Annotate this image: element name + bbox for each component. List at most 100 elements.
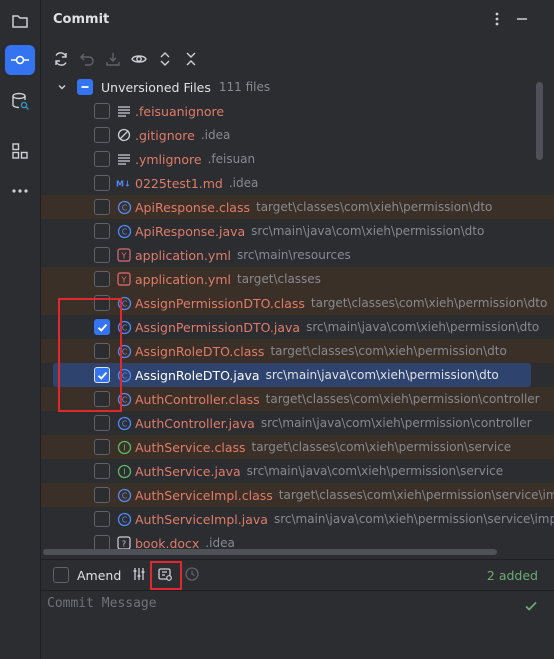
expand-all-button[interactable] (155, 49, 175, 69)
file-path: target\classes\com\xieh\permission\servi… (278, 488, 554, 502)
structure-tool-button[interactable] (5, 136, 35, 166)
ignore-file-icon (116, 127, 132, 143)
refresh-icon (55, 52, 67, 66)
file-checkbox[interactable] (94, 511, 110, 527)
minimize-icon (517, 18, 527, 20)
commit-checks-icon (158, 568, 172, 581)
commit-options-button[interactable] (131, 566, 147, 586)
file-row[interactable]: C ApiResponse.class target\classes\com\xie… (41, 195, 554, 219)
file-row[interactable]: C AssignPermissionDTO.java src\main\java\c… (41, 315, 554, 339)
svg-text:Y: Y (121, 252, 127, 261)
minimize-button[interactable] (513, 10, 531, 28)
file-checkbox[interactable] (94, 319, 110, 335)
file-row[interactable]: .gitignore .idea (41, 123, 554, 147)
group-checkbox[interactable] (77, 79, 93, 95)
file-row[interactable]: ? book.docx .idea (41, 531, 554, 551)
clock-icon (185, 567, 199, 581)
svg-text:C: C (121, 419, 127, 428)
folder-icon (12, 15, 28, 28)
file-checkbox[interactable] (94, 391, 110, 407)
rollback-button[interactable] (77, 49, 97, 69)
file-row[interactable]: Yapplication.yml src\main\resources (41, 243, 554, 267)
commit-checks-button[interactable] (157, 566, 173, 586)
settings-sliders-icon (133, 568, 145, 580)
commit-message-field[interactable]: Commit Message (41, 590, 554, 659)
panel-title: Commit (53, 12, 110, 27)
eye-icon (131, 55, 147, 63)
collapse-all-button[interactable] (181, 49, 201, 69)
commit-options-bar: Amend 2 added (41, 559, 554, 589)
file-checkbox[interactable] (94, 463, 110, 479)
file-checkbox[interactable] (94, 295, 110, 311)
project-tool-button[interactable] (5, 6, 35, 36)
file-row[interactable]: C AssignRoleDTO.java src\main\java\com\xie… (53, 363, 531, 387)
file-row[interactable]: C AuthController.java src\main\java\com\xi… (41, 411, 554, 435)
options-menu-button[interactable] (488, 10, 506, 28)
history-button[interactable] (184, 566, 200, 586)
file-row[interactable]: Yapplication.yml target\classes (41, 267, 554, 291)
file-checkbox[interactable] (94, 175, 110, 191)
expand-icon (160, 52, 170, 66)
text-file-icon (116, 151, 132, 167)
file-checkbox[interactable] (94, 487, 110, 503)
file-name: AuthService.class (135, 439, 246, 455)
changes-status: 2 added (486, 568, 538, 583)
file-checkbox[interactable] (94, 103, 110, 119)
file-row[interactable]: C AssignRoleDTO.class target\classes\com\x… (41, 339, 554, 363)
class-icon: C (116, 319, 132, 335)
commit-panel: Commit Unversioned Files 111 files .feis… (41, 0, 554, 659)
file-checkbox[interactable] (94, 127, 110, 143)
shelve-button[interactable] (103, 49, 123, 69)
file-row[interactable]: .ymlignore .feisuan (41, 147, 554, 171)
commit-tool-button[interactable] (5, 45, 35, 75)
more-tools-button[interactable] (5, 176, 35, 206)
file-path: src\main\java\com\xieh\permission\dto (306, 320, 540, 334)
file-checkbox[interactable] (94, 367, 110, 383)
svg-text:C: C (121, 227, 127, 236)
refresh-button[interactable] (51, 49, 71, 69)
file-row[interactable]: C AssignPermissionDTO.class target\classes… (41, 291, 554, 315)
svg-text:C: C (121, 347, 127, 356)
file-row[interactable]: I AuthService.class target\classes\com\xie… (41, 435, 554, 459)
file-row[interactable]: C ApiResponse.java src\main\java\com\xieh\… (41, 219, 554, 243)
file-row[interactable]: C AuthController.class target\classes\com\… (41, 387, 554, 411)
file-checkbox[interactable] (94, 247, 110, 263)
vertical-scrollbar[interactable] (536, 82, 543, 160)
file-name: application.yml (135, 271, 231, 287)
yaml-icon: Y (116, 271, 132, 287)
file-checkbox[interactable] (94, 343, 110, 359)
file-checkbox[interactable] (94, 271, 110, 287)
file-path: .idea (205, 536, 235, 550)
commit-icon (11, 55, 29, 65)
class-icon: C (116, 367, 132, 383)
file-name: AuthServiceImpl.java (135, 511, 268, 527)
rollback-icon (80, 53, 94, 66)
database-tool-button[interactable] (5, 86, 35, 116)
class-icon: C (116, 295, 132, 311)
file-path: .idea (200, 128, 231, 142)
file-row[interactable]: I AuthService.java src\main\java\com\xieh\… (41, 459, 554, 483)
file-checkbox[interactable] (94, 199, 110, 215)
file-row[interactable]: M↓ 0225test1.md .idea (41, 171, 554, 195)
file-name: AuthController.class (135, 391, 260, 407)
vertical-dots-icon (495, 12, 499, 26)
view-options-button[interactable] (129, 49, 149, 69)
file-checkbox[interactable] (94, 223, 110, 239)
svg-text:C: C (121, 491, 127, 500)
amend-checkbox[interactable] (53, 567, 69, 583)
file-row[interactable]: C AuthServiceImpl.java src\main\java\com\x… (41, 507, 554, 531)
file-checkbox[interactable] (94, 439, 110, 455)
group-unversioned-files[interactable]: Unversioned Files 111 files (41, 75, 554, 99)
file-row[interactable]: C AuthServiceImpl.class target\classes\com… (41, 483, 554, 507)
group-count: 111 files (218, 80, 271, 94)
file-path: target\classes (236, 272, 321, 286)
chevron-down-icon[interactable] (56, 82, 68, 92)
class-icon: C (116, 199, 132, 215)
horizontal-scrollbar[interactable] (43, 549, 497, 555)
file-name: AuthService.java (135, 463, 241, 479)
file-checkbox[interactable] (94, 151, 110, 167)
file-row[interactable]: .feisuanignore (41, 99, 554, 123)
file-checkbox[interactable] (94, 415, 110, 431)
tool-window-strip (0, 0, 41, 659)
svg-text:I: I (123, 467, 125, 476)
